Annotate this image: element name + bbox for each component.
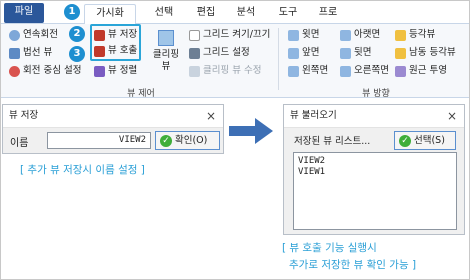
name-input[interactable]: VIEW2 [47,132,151,149]
normal-view-icon [9,47,20,59]
view-align-button[interactable]: 뷰 정렬 [94,63,137,79]
clipping-edit-label: 클리핑 뷰 수정 [203,65,262,76]
rotation-center-icon [9,65,20,77]
view-load-dialog-body: 저장된 뷰 리스트... ✓ 선택(S) VIEW2 VIEW1 [284,127,464,234]
view-save-dialog-body: 이름 VIEW2 ✓ 확인(O) [3,127,223,153]
clipping-view-icon [158,30,174,46]
view-isometric-label: 등각뷰 [409,29,436,40]
grid-toggle-label: 그리드 켜기/끄기 [203,29,271,40]
view-left-label: 왼쪽면 [302,65,329,76]
view-recall-label: 뷰 호출 [108,45,138,56]
confirm-label: 확인(O) [175,135,208,146]
tab-select[interactable]: 선택 [147,4,181,23]
name-label: 이름 [10,138,29,149]
view-back-button[interactable]: 뒷면 [340,45,371,61]
caption-recall-line1: [ 뷰 호출 기능 실행시 [282,242,377,254]
grid-settings-button[interactable]: 그리드 설정 [189,45,250,61]
grid-settings-icon [189,47,200,59]
tab-visualize[interactable]: 가시화 [84,4,136,25]
tab-edit[interactable]: 편집 [189,4,223,23]
view-back-label: 뒷면 [354,47,372,58]
view-align-label: 뷰 정렬 [108,65,138,76]
view-recall-button[interactable]: 뷰 호출 [94,43,137,59]
list-item[interactable]: VIEW1 [298,167,452,178]
right-view-icon [340,65,351,77]
tab-analysis[interactable]: 분석 [229,4,263,23]
perspective-icon [395,65,406,77]
view-front-label: 앞면 [302,47,320,58]
view-control-group-label: 뷰 제어 [127,89,155,99]
view-save-dialog-title: 뷰 저장 [3,105,223,127]
ribbon-panel: 연속회전 법선 뷰 회전 중심 설정 뷰 저장 뷰 호출 뷰 정렬 2 3 클리… [1,24,469,99]
view-top-button[interactable]: 윗면 [288,27,319,43]
step-badge-2: 2 [69,26,85,42]
caption-recall-line2: 추가로 저장한 뷰 확인 가능 ] [289,259,417,271]
clipping-view-button[interactable]: 클리핑 뷰 [149,30,183,73]
view-save-dialog: 뷰 저장 × 이름 VIEW2 ✓ 확인(O) [2,104,224,154]
isometric-icon [395,29,406,41]
grid-toggle-checkbox[interactable] [189,29,200,41]
confirm-button[interactable]: ✓ 확인(O) [155,131,220,150]
step-badge-3: 3 [69,46,85,62]
view-save-label: 뷰 저장 [108,29,138,40]
view-isometric-button[interactable]: 등각뷰 [395,27,435,43]
tab-file[interactable]: 파일 [4,3,44,23]
continuous-rotate-label: 연속회전 [23,29,58,40]
perspective-label: 원근 투영 [409,65,447,76]
view-load-dialog: 뷰 불러오기 × 저장된 뷰 리스트... ✓ 선택(S) VIEW2 VIEW… [283,104,465,235]
grid-settings-label: 그리드 설정 [203,47,250,58]
view-right-button[interactable]: 오른쪽면 [340,63,389,79]
view-se-isometric-button[interactable]: 남동 등각뷰 [395,45,456,61]
tab-tools[interactable]: 도구 [271,4,305,23]
tab-pro[interactable]: 프로 [311,4,345,23]
view-direction-group-label: 뷰 방향 [362,89,390,99]
view-se-isometric-label: 남동 등각뷰 [409,47,456,58]
perspective-button[interactable]: 원근 투영 [395,63,447,79]
view-align-icon [94,65,105,77]
view-left-button[interactable]: 왼쪽면 [288,63,328,79]
normal-view-button[interactable]: 법선 뷰 [9,45,52,61]
view-save-button[interactable]: 뷰 저장 [94,27,137,43]
grid-toggle-button[interactable]: 그리드 켜기/끄기 [189,27,270,43]
view-bottom-label: 아랫면 [354,29,381,40]
select-label: 선택(S) [414,135,445,146]
group-separator [278,28,279,90]
check-icon: ✓ [160,134,172,147]
view-save-icon [94,29,105,41]
rotate-icon [9,29,20,41]
clipping-edit-icon [189,65,200,77]
view-load-dialog-title: 뷰 불러오기 [284,105,464,127]
continuous-rotate-button[interactable]: 연속회전 [9,27,58,43]
bottom-view-icon [340,29,351,41]
step-badge-1: 1 [64,4,80,20]
top-view-icon [288,29,299,41]
caption-save: [ 추가 뷰 저장시 이름 설정 ] [20,164,145,176]
view-top-label: 윗면 [302,29,320,40]
arrow-right-icon [229,118,273,144]
saved-view-list[interactable]: VIEW2 VIEW1 [293,152,457,230]
view-right-label: 오른쪽면 [354,65,389,76]
close-icon[interactable]: × [447,109,457,123]
check-icon: ✓ [399,134,411,147]
saved-view-list-label: 저장된 뷰 리스트... [294,136,371,147]
left-view-icon [288,65,299,77]
view-recall-icon [94,45,105,57]
list-item[interactable]: VIEW2 [298,156,452,167]
back-view-icon [340,47,351,59]
normal-view-label: 법선 뷰 [23,47,53,58]
front-view-icon [288,47,299,59]
clipping-view-label: 클리핑 뷰 [152,49,180,72]
clipping-edit-button[interactable]: 클리핑 뷰 수정 [189,63,261,79]
close-icon[interactable]: × [206,109,216,123]
select-button[interactable]: ✓ 선택(S) [394,131,456,150]
rotation-center-button[interactable]: 회전 중심 설정 [9,63,81,79]
view-front-button[interactable]: 앞면 [288,45,319,61]
se-isometric-icon [395,47,406,59]
rotation-center-label: 회전 중심 설정 [23,65,82,76]
view-bottom-button[interactable]: 아랫면 [340,27,380,43]
